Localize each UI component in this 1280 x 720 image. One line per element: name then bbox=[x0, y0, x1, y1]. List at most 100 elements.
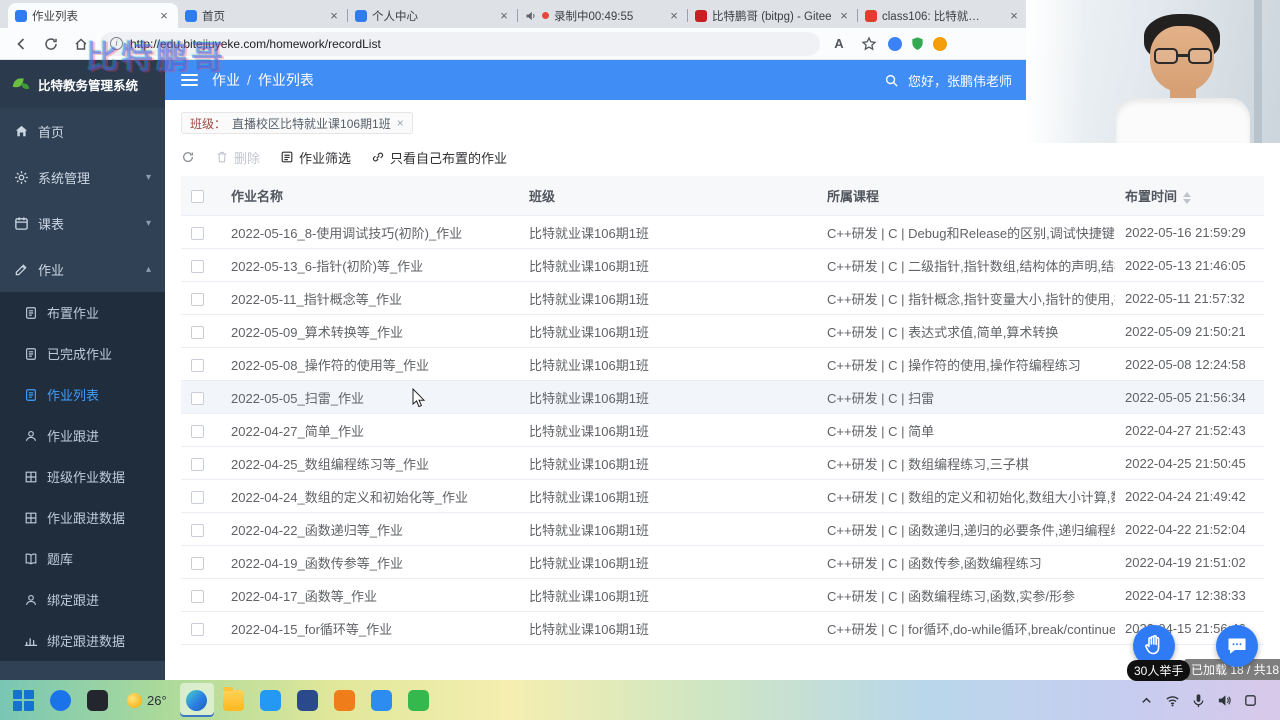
person-icon bbox=[24, 429, 38, 443]
refresh-icon[interactable] bbox=[40, 33, 62, 55]
read-aloud-icon[interactable]: A bbox=[828, 33, 850, 55]
orange-app[interactable] bbox=[328, 683, 362, 717]
sidebar-subitem-绑定跟进[interactable]: 绑定跟进 bbox=[0, 579, 165, 620]
row-checkbox[interactable] bbox=[191, 226, 204, 240]
sidebar-subitem-布置作业[interactable]: 布置作业 bbox=[0, 292, 165, 333]
sidebar-subitem-作业列表[interactable]: 作业列表 bbox=[0, 374, 165, 415]
row-checkbox[interactable] bbox=[191, 325, 204, 339]
favorite-star-icon[interactable] bbox=[858, 33, 880, 55]
row-checkbox[interactable] bbox=[191, 424, 204, 438]
table-row[interactable]: 2022-05-16_8-使用调试技巧(初阶)_作业 比特就业课106期1班 C++… bbox=[181, 215, 1264, 249]
row-checkbox[interactable] bbox=[191, 523, 204, 537]
select-all-checkbox[interactable] bbox=[191, 190, 204, 204]
table-row[interactable]: 2022-04-19_函数传参等_作业 比特就业课106期1班 C++研发 | C … bbox=[181, 545, 1264, 579]
sidebar-subitem-绑定跟进数据[interactable]: 绑定跟进数据 bbox=[0, 620, 165, 661]
row-checkbox[interactable] bbox=[191, 622, 204, 636]
tab-close-icon[interactable]: × bbox=[837, 8, 851, 23]
mic-icon[interactable] bbox=[1191, 693, 1206, 708]
tab-audio-icon[interactable] bbox=[525, 10, 537, 22]
cell-checkbox bbox=[181, 248, 221, 282]
chevron-up-icon[interactable] bbox=[1139, 693, 1154, 708]
breadcrumb-item-homework[interactable]: 作业 bbox=[212, 72, 240, 88]
cell-course: C++研发 | C | 操作符的使用,操作符编程练习 bbox=[817, 347, 1115, 381]
sidebar-item-首页[interactable]: 首页 bbox=[0, 108, 165, 154]
table-row[interactable]: 2022-05-09_算术转换等_作业 比特就业课106期1班 C++研发 | C … bbox=[181, 314, 1264, 348]
only-mine-toggle[interactable]: 只看自己布置的作业 bbox=[371, 148, 507, 167]
table-row[interactable]: 2022-04-25_数组编程练习等_作业 比特就业课106期1班 C++研发 | … bbox=[181, 446, 1264, 480]
wifi-icon[interactable] bbox=[1165, 693, 1180, 708]
homework-filter-button[interactable]: 作业筛选 bbox=[280, 148, 351, 167]
browser-tab[interactable]: class106: 比特就… × bbox=[858, 3, 1028, 28]
browser-home-icon[interactable] bbox=[70, 33, 92, 55]
notification-icon[interactable] bbox=[1243, 693, 1258, 708]
browser-tab[interactable]: 首页 × bbox=[178, 3, 348, 28]
browser-tab[interactable]: 作业列表 × bbox=[8, 3, 178, 28]
browser-tab[interactable]: 比特鹏哥 (bitpg) - Gitee.c… × bbox=[688, 3, 858, 28]
tab-close-icon[interactable]: × bbox=[497, 8, 511, 23]
table-row[interactable]: 2022-04-17_函数等_作业 比特就业课106期1班 C++研发 | C | … bbox=[181, 578, 1264, 612]
column-header[interactable]: 作业名称 bbox=[221, 176, 519, 216]
row-checkbox[interactable] bbox=[191, 259, 204, 273]
sidebar-subitem-作业跟进数据[interactable]: 作业跟进数据 bbox=[0, 497, 165, 538]
search-icon[interactable] bbox=[884, 73, 899, 88]
wechat[interactable] bbox=[402, 683, 436, 717]
blue-app[interactable] bbox=[365, 683, 399, 717]
address-input[interactable]: i http://edu.bitejiuyeke.com/homework/re… bbox=[100, 31, 820, 56]
tab-close-icon[interactable]: × bbox=[157, 8, 171, 23]
user-greeting[interactable]: 您好，张鹏伟老师 bbox=[908, 71, 1012, 90]
table-row[interactable]: 2022-05-11_指针概念等_作业 比特就业课106期1班 C++研发 | C … bbox=[181, 281, 1264, 315]
tab-close-icon[interactable]: × bbox=[1007, 8, 1021, 23]
row-checkbox[interactable] bbox=[191, 457, 204, 471]
table-row[interactable]: 2022-04-24_数组的定义和初始化等_作业 比特就业课106期1班 C++研发… bbox=[181, 479, 1264, 513]
navy-app[interactable] bbox=[291, 683, 325, 717]
extension-orange-icon[interactable] bbox=[933, 36, 947, 51]
row-checkbox[interactable] bbox=[191, 589, 204, 603]
sidebar-subitem-已完成作业[interactable]: 已完成作业 bbox=[0, 333, 165, 374]
row-checkbox[interactable] bbox=[191, 556, 204, 570]
tab-favicon-icon bbox=[15, 9, 27, 22]
sort-icons[interactable] bbox=[1183, 191, 1192, 204]
extension-shield-icon[interactable] bbox=[910, 36, 925, 51]
site-info-icon[interactable]: i bbox=[110, 37, 123, 50]
search-app[interactable] bbox=[43, 683, 77, 717]
row-checkbox[interactable] bbox=[191, 391, 204, 405]
cell-name: 2022-04-19_函数传参等_作业 bbox=[221, 545, 519, 579]
table-row[interactable]: 2022-04-15_for循环等_作业 比特就业课106期1班 C++研发 | C… bbox=[181, 611, 1264, 645]
column-header[interactable]: 布置时间 bbox=[1115, 176, 1264, 216]
sidebar-item-课表[interactable]: 课表 ▾ bbox=[0, 200, 165, 246]
table-row[interactable]: 2022-05-08_操作符的使用等_作业 比特就业课106期1班 C++研发 | … bbox=[181, 347, 1264, 381]
extension-blue-icon[interactable] bbox=[888, 36, 902, 51]
file-explorer[interactable] bbox=[217, 683, 251, 717]
delete-button[interactable]: 删除 bbox=[215, 148, 260, 167]
weather-widget[interactable]: 26° bbox=[117, 683, 177, 717]
row-checkbox[interactable] bbox=[191, 292, 204, 306]
back-icon[interactable] bbox=[10, 33, 32, 55]
table-row[interactable]: 2022-05-13_6-指针(初阶)等_作业 比特就业课106期1班 C++研发 … bbox=[181, 248, 1264, 282]
tag-close-icon[interactable]: × bbox=[397, 116, 404, 130]
row-checkbox[interactable] bbox=[191, 358, 204, 372]
chat-button[interactable] bbox=[1216, 625, 1258, 667]
column-header[interactable]: 班级 bbox=[519, 176, 817, 216]
sidebar-item-作业[interactable]: 作业 ▴ bbox=[0, 246, 165, 292]
tab-close-icon[interactable]: × bbox=[667, 8, 681, 23]
tab-close-icon[interactable]: × bbox=[327, 8, 341, 23]
vscode[interactable] bbox=[254, 683, 288, 717]
sidebar-subitem-题库[interactable]: 题库 bbox=[0, 538, 165, 579]
table-row[interactable]: 2022-04-27_简单_作业 比特就业课106期1班 C++研发 | C | 简… bbox=[181, 413, 1264, 447]
sidebar-subitem-作业跟进[interactable]: 作业跟进 bbox=[0, 415, 165, 456]
column-header[interactable]: 所属课程 bbox=[817, 176, 1115, 216]
browser-tab[interactable]: 录制中00:49:55 × bbox=[518, 3, 688, 28]
sidebar-item-系统管理[interactable]: 系统管理 ▾ bbox=[0, 154, 165, 200]
volume-icon[interactable] bbox=[1217, 693, 1232, 708]
start-button[interactable] bbox=[6, 683, 40, 717]
sidebar-subitem-班级作业数据[interactable]: 班级作业数据 bbox=[0, 456, 165, 497]
dark-app[interactable] bbox=[80, 683, 114, 717]
class-filter-tag[interactable]: 班级： 直播校区比特就业课106期1班 × bbox=[181, 112, 413, 134]
refresh-list-icon[interactable] bbox=[181, 150, 195, 164]
browser-tab[interactable]: 个人中心 × bbox=[348, 3, 518, 28]
table-row[interactable]: 2022-04-22_函数递归等_作业 比特就业课106期1班 C++研发 | C … bbox=[181, 512, 1264, 546]
table-row[interactable]: 2022-05-05_扫雷_作业 比特就业课106期1班 C++研发 | C | 扫… bbox=[181, 380, 1264, 414]
edge-browser[interactable] bbox=[179, 683, 214, 717]
row-checkbox[interactable] bbox=[191, 490, 204, 504]
menu-toggle-icon[interactable] bbox=[181, 74, 198, 86]
